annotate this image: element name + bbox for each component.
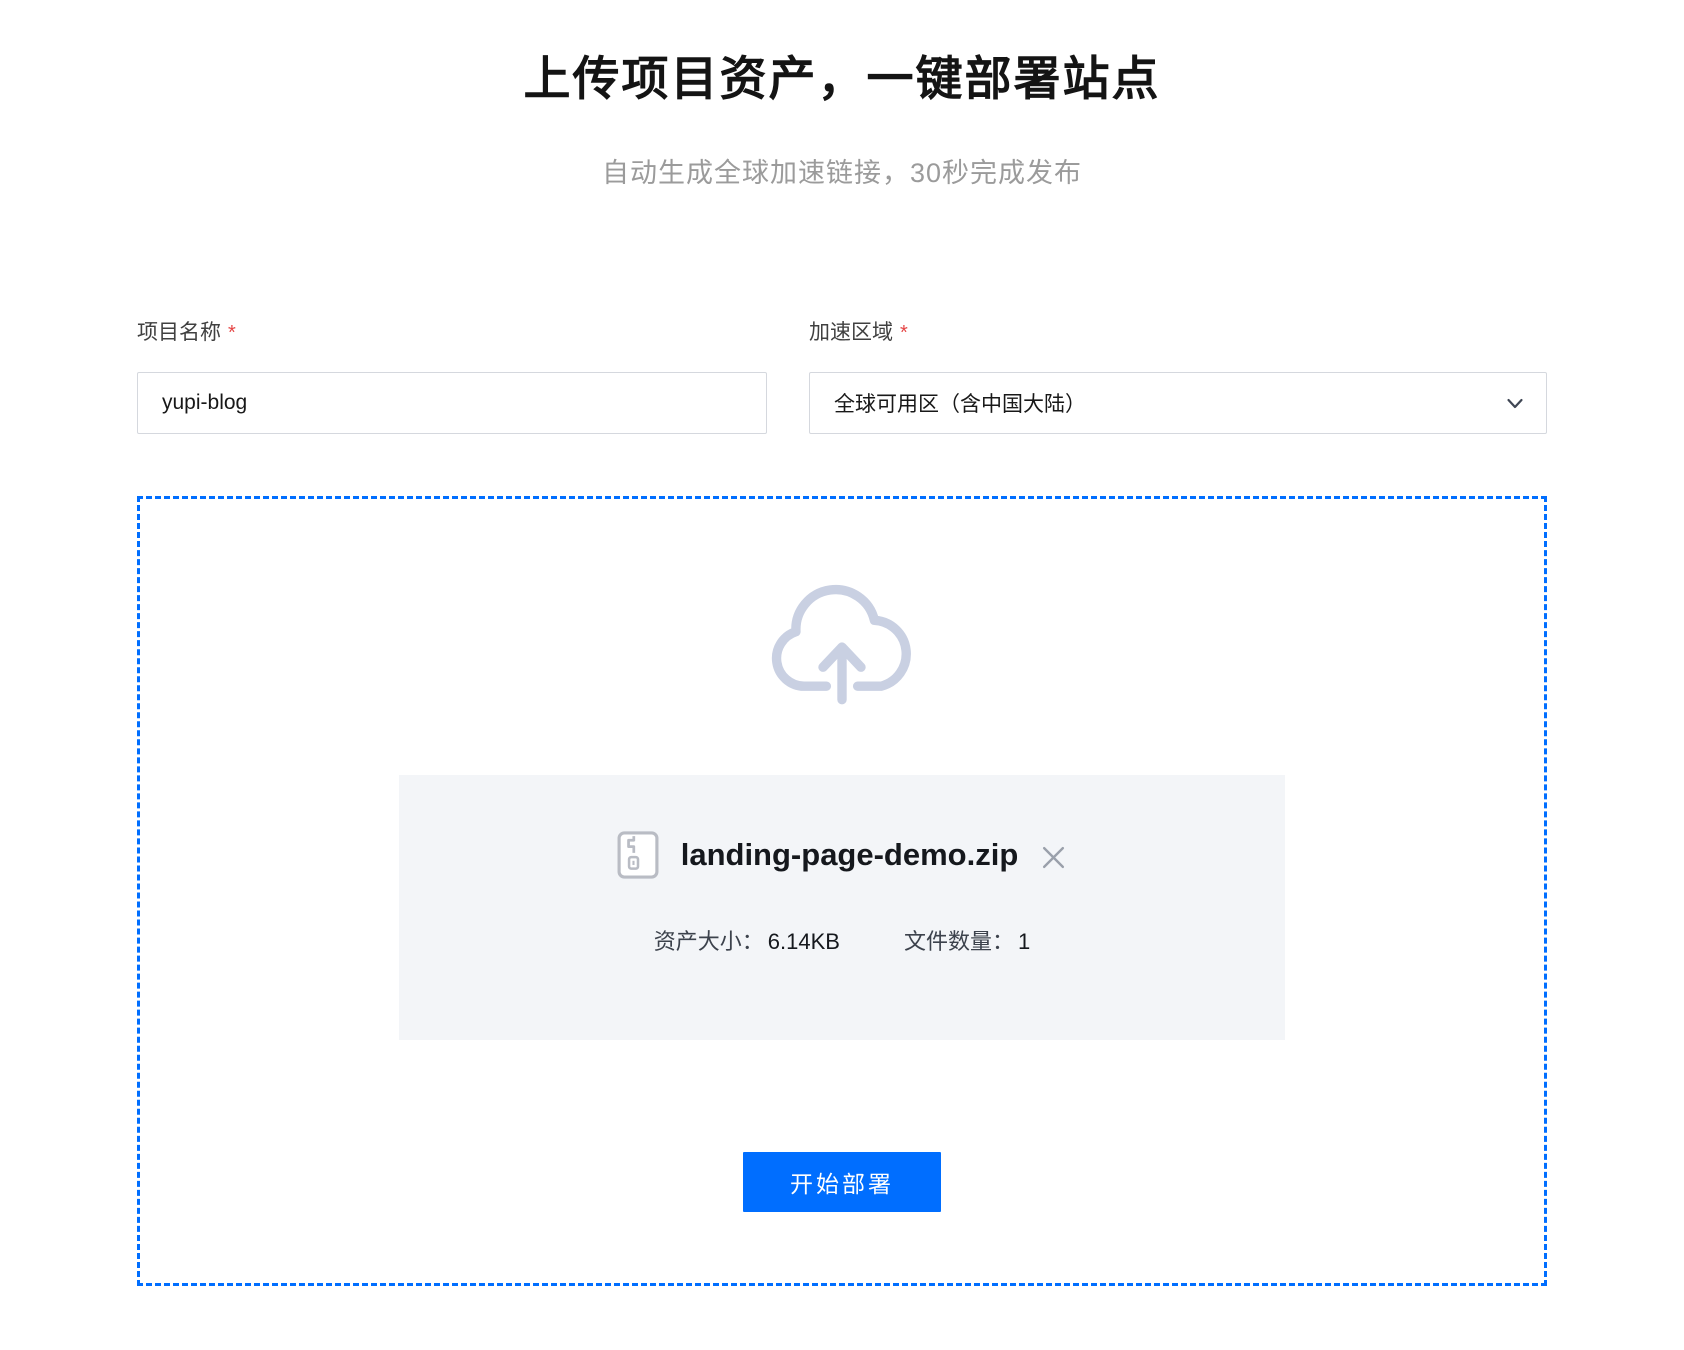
file-count-value: 1 xyxy=(1018,929,1030,954)
asset-size-stat: 资产大小：6.14KB xyxy=(654,924,840,956)
region-select-value: 全球可用区（含中国大陆） xyxy=(834,388,1086,418)
upload-dropzone[interactable]: landing-page-demo.zip 资产大小：6.14KB 文件数量：1… xyxy=(137,496,1547,1286)
project-name-label-text: 项目名称 xyxy=(137,321,221,344)
file-count-label: 文件数量： xyxy=(904,929,1014,954)
close-icon[interactable] xyxy=(1040,844,1067,871)
cloud-upload-icon xyxy=(766,581,918,711)
region-label: 加速区域 * xyxy=(809,316,1547,346)
required-asterisk: * xyxy=(900,322,908,344)
file-count-stat: 文件数量：1 xyxy=(904,924,1030,956)
project-name-input[interactable] xyxy=(137,372,767,434)
region-label-text: 加速区域 xyxy=(809,321,893,344)
page-title: 上传项目资产，一键部署站点 xyxy=(137,40,1547,109)
file-stats: 资产大小：6.14KB 文件数量：1 xyxy=(654,924,1030,956)
region-field: 加速区域 * 全球可用区（含中国大陆） xyxy=(809,316,1547,434)
page-subtitle: 自动生成全球加速链接，30秒完成发布 xyxy=(137,151,1547,190)
chevron-down-icon xyxy=(1504,392,1526,414)
zip-file-icon xyxy=(617,830,659,880)
project-name-label: 项目名称 * xyxy=(137,316,767,346)
deploy-page: 上传项目资产，一键部署站点 自动生成全球加速链接，30秒完成发布 项目名称 * 加… xyxy=(137,0,1547,1286)
project-name-field: 项目名称 * xyxy=(137,316,767,434)
asset-size-value: 6.14KB xyxy=(768,929,840,954)
asset-size-label: 资产大小： xyxy=(654,929,764,954)
file-name: landing-page-demo.zip xyxy=(681,837,1019,873)
deploy-button[interactable]: 开始部署 xyxy=(743,1152,941,1212)
required-asterisk: * xyxy=(228,322,236,344)
file-row: landing-page-demo.zip xyxy=(617,830,1068,880)
region-select[interactable]: 全球可用区（含中国大陆） xyxy=(809,372,1547,434)
file-info-panel: landing-page-demo.zip 资产大小：6.14KB 文件数量：1 xyxy=(399,775,1285,1040)
form-row: 项目名称 * 加速区域 * 全球可用区（含中国大陆） xyxy=(137,316,1547,434)
